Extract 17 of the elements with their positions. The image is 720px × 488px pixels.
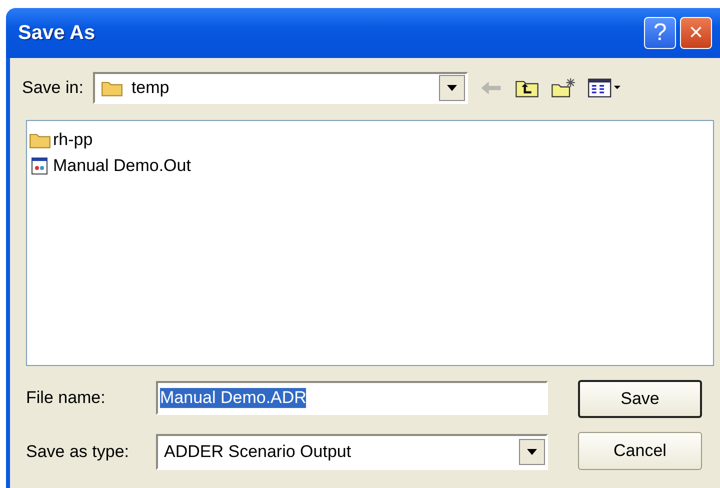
save-in-dropdown[interactable]: temp — [93, 72, 468, 104]
file-item[interactable]: Manual Demo.Out — [29, 153, 195, 179]
save-button[interactable]: Save — [578, 380, 702, 418]
new-folder-icon[interactable] — [550, 77, 576, 99]
view-menu-icon[interactable] — [586, 77, 622, 99]
folder-icon — [29, 131, 51, 149]
help-button[interactable]: ? — [644, 17, 676, 49]
save-as-type-label: Save as type: — [26, 442, 130, 462]
window-title: Save As — [18, 22, 96, 44]
file-name-label: File name: — [26, 388, 106, 408]
save-as-type-dropdown[interactable]: ADDER Scenario Output — [156, 434, 548, 470]
close-button[interactable]: × — [680, 17, 712, 49]
save-in-label: Save in: — [22, 78, 84, 98]
cancel-button[interactable]: Cancel — [578, 432, 702, 470]
file-name-field[interactable]: Manual Demo.ADR — [156, 380, 548, 414]
file-item[interactable]: rh-pp — [29, 127, 97, 153]
folder-icon — [101, 79, 124, 97]
